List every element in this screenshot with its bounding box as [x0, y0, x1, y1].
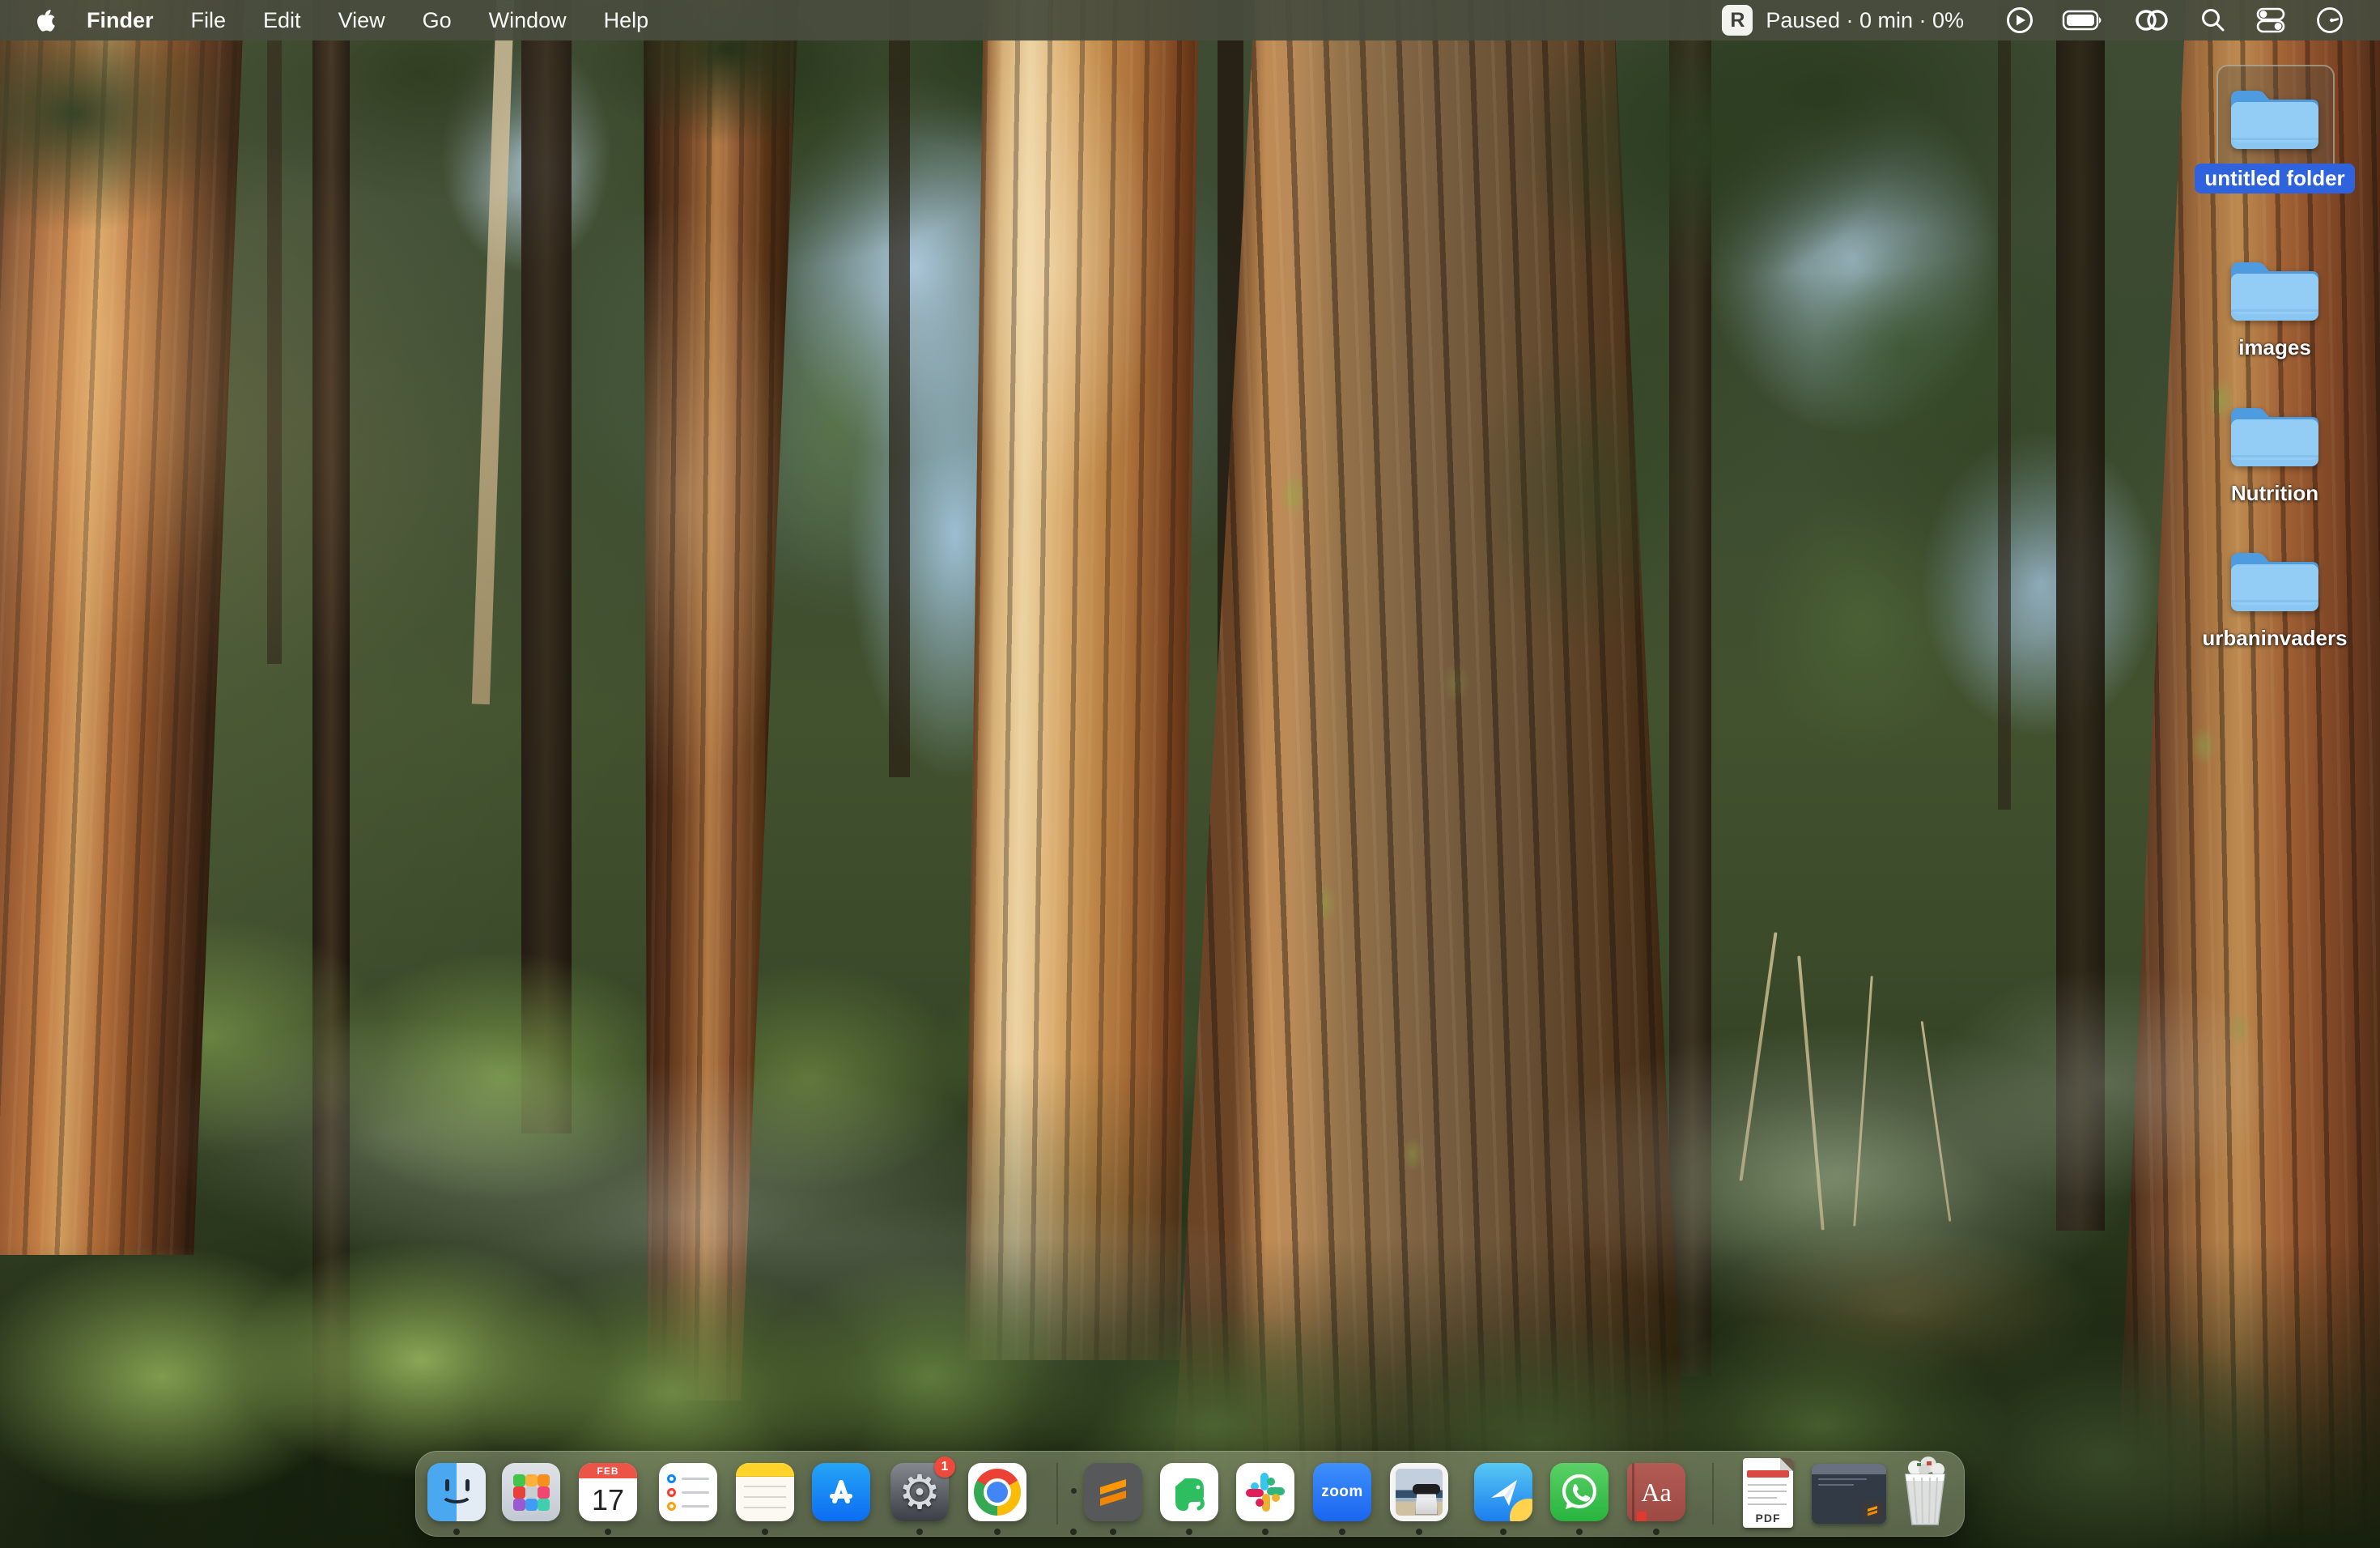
running-dot-sublime	[1110, 1529, 1116, 1535]
folder-label[interactable]: images	[2238, 335, 2311, 360]
menu-file[interactable]: File	[172, 0, 245, 40]
folder-label[interactable]: urbaninvaders	[2202, 626, 2347, 651]
menu-window[interactable]: Window	[470, 0, 585, 40]
dock-separator	[1056, 1463, 1058, 1525]
dock-launchpad[interactable]	[502, 1463, 560, 1521]
running-dot-finder	[453, 1529, 460, 1535]
notification-badge: 1	[934, 1457, 955, 1478]
dock-dictionary[interactable]: Aa	[1627, 1463, 1685, 1521]
dock-zoom[interactable]: zoom	[1313, 1463, 1371, 1521]
running-dot-dictionary	[1653, 1529, 1660, 1535]
zoom-wordmark: zoom	[1321, 1483, 1363, 1501]
desktop-folder-nutrition[interactable]: Nutrition	[2210, 402, 2340, 506]
folder-label[interactable]: untitled folder	[2195, 164, 2354, 194]
spotlight-search-icon[interactable]	[2186, 0, 2241, 40]
folder-icon	[2226, 256, 2323, 327]
dock-finder[interactable]	[427, 1463, 486, 1521]
dock-system-settings[interactable]: ⚙ 1	[890, 1463, 949, 1521]
dock-calendar[interactable]: FEB 17	[579, 1463, 637, 1521]
dock-notes[interactable]	[736, 1463, 794, 1521]
dock-evernote[interactable]	[1160, 1463, 1218, 1521]
finder-smile	[440, 1484, 473, 1503]
macos-desktop: Finder File Edit View Go Window Help R P…	[0, 0, 2380, 1548]
menu-bar: Finder File Edit View Go Window Help R P…	[0, 0, 2380, 40]
wallpaper-vignette	[0, 0, 2380, 1548]
calendar-month: FEB	[579, 1463, 637, 1478]
folder-icon	[2226, 546, 2323, 618]
menu-view[interactable]: View	[320, 0, 404, 40]
running-dot-calendar	[605, 1529, 611, 1535]
running-dot-preview	[1416, 1529, 1422, 1535]
menu-edit[interactable]: Edit	[244, 0, 320, 40]
running-dot-evernote	[1186, 1529, 1192, 1535]
dock: FEB 17 ⚙ 1	[415, 1451, 1965, 1537]
calendar-day: 17	[579, 1478, 637, 1521]
menu-go[interactable]: Go	[404, 0, 470, 40]
dock-spark[interactable]	[1474, 1463, 1532, 1521]
folder-icon	[2226, 84, 2323, 155]
menu-app-name[interactable]: Finder	[68, 0, 172, 40]
running-dot-slack	[1262, 1529, 1269, 1535]
desktop-folder-images[interactable]: images	[2210, 256, 2340, 360]
battery-icon[interactable]	[2048, 0, 2118, 40]
play-icon[interactable]	[1991, 0, 2048, 40]
dock-app-store[interactable]	[812, 1463, 870, 1521]
timer-status-text[interactable]: Paused · 0 min · 0%	[1766, 8, 1964, 33]
folder-label[interactable]: Nutrition	[2231, 481, 2318, 506]
dock-sublime-text[interactable]	[1084, 1463, 1142, 1521]
running-dot-chrome	[994, 1529, 1001, 1535]
r-app-menu-extra[interactable]: R	[1722, 5, 1753, 36]
dock-trash[interactable]	[1898, 1457, 1953, 1528]
dock-chrome[interactable]	[968, 1463, 1026, 1521]
dictionary-aa-text: Aa	[1641, 1478, 1671, 1508]
running-dot-whatsapp	[1576, 1529, 1583, 1535]
link-icon[interactable]	[2118, 0, 2186, 40]
chrome-logo-icon	[974, 1469, 1021, 1516]
gear-icon: ⚙	[899, 1469, 941, 1516]
dock-preview[interactable]	[1390, 1463, 1448, 1521]
sublime-badge-icon	[1862, 1500, 1883, 1521]
dock-downloads-pdf[interactable]: PDF	[1743, 1458, 1793, 1528]
desktop-folder-untitled[interactable]: untitled folder	[2210, 84, 2340, 194]
dock-whatsapp[interactable]	[1550, 1463, 1609, 1521]
menu-help[interactable]: Help	[585, 0, 668, 40]
sublime-s-icon	[1094, 1473, 1133, 1512]
evernote-elephant-icon	[1167, 1470, 1211, 1514]
dictionary-ribbon	[1637, 1512, 1647, 1521]
clock-icon[interactable]	[2301, 0, 2359, 40]
dock-separator	[1712, 1463, 1714, 1525]
window-titlebar	[1812, 1464, 1886, 1474]
trash-basket-icon	[1898, 1457, 1953, 1528]
control-center-icon[interactable]	[2241, 0, 2301, 40]
page-fold	[1780, 1458, 1793, 1471]
pdf-label: PDF	[1743, 1512, 1793, 1525]
running-dot-spark	[1500, 1529, 1507, 1535]
running-dot-mini	[1070, 1529, 1077, 1535]
running-dot-notes	[762, 1529, 768, 1535]
dock-slack[interactable]	[1236, 1463, 1294, 1521]
running-dot-settings	[916, 1529, 923, 1535]
running-dot-zoom	[1339, 1529, 1345, 1535]
dock-reminders[interactable]	[659, 1463, 717, 1521]
dock-minimized-window[interactable]	[1812, 1464, 1886, 1524]
folder-icon	[2226, 402, 2323, 473]
app-store-a-icon	[821, 1472, 861, 1512]
pdf-red-band	[1747, 1470, 1789, 1478]
whatsapp-bubble-icon	[1558, 1470, 1601, 1514]
slack-logo-icon	[1236, 1463, 1294, 1521]
dock-mini-item[interactable]	[1071, 1488, 1077, 1494]
preview-loupe-icon	[1413, 1484, 1440, 1495]
apple-logo-icon	[34, 6, 57, 34]
desktop-folder-urbaninvaders[interactable]: urbaninvaders	[2210, 546, 2340, 651]
apple-menu[interactable]	[23, 0, 68, 40]
